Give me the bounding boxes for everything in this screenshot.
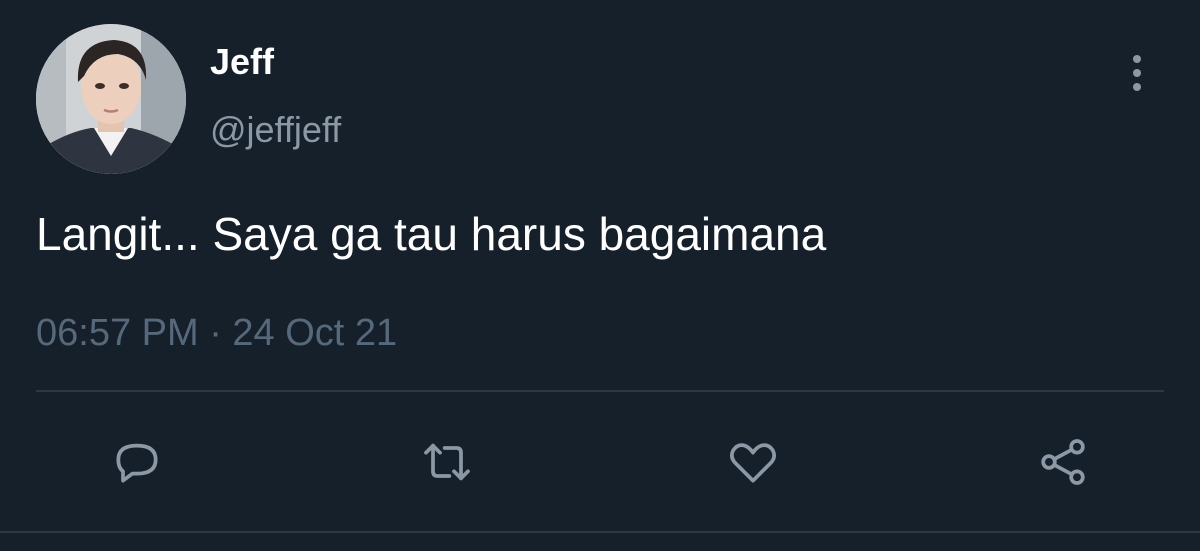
avatar-image — [36, 24, 186, 174]
like-button[interactable] — [723, 432, 783, 492]
tweet-text: Langit... Saya ga tau harus bagaimana — [36, 208, 827, 260]
tweet-timestamp[interactable]: 06:57 PM · 24 Oct 21 — [36, 310, 397, 356]
avatar[interactable] — [36, 24, 186, 174]
divider — [36, 390, 1164, 392]
tweet-detail: Jeff @jeffjeff Langit... Saya ga tau har… — [0, 0, 1200, 551]
more-vertical-icon — [1133, 55, 1141, 91]
reply-button[interactable] — [107, 432, 167, 492]
more-options-button[interactable] — [1116, 50, 1158, 96]
display-name[interactable]: Jeff — [210, 40, 274, 84]
share-button[interactable] — [1033, 432, 1093, 492]
share-icon — [1041, 439, 1085, 485]
heart-icon — [729, 443, 777, 483]
bottom-divider — [0, 531, 1200, 533]
user-handle[interactable]: @jeffjeff — [210, 108, 341, 152]
retweet-icon — [424, 443, 470, 481]
retweet-button[interactable] — [417, 432, 477, 492]
reply-icon — [116, 443, 158, 483]
